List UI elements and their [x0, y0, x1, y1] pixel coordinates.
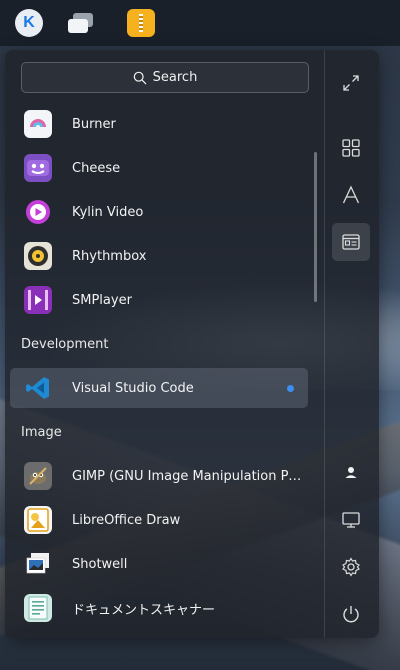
user-button[interactable] [332, 454, 370, 492]
burner-icon [24, 110, 52, 138]
section-image: Image [21, 425, 62, 440]
power-icon [343, 606, 359, 623]
letter-sort-button[interactable] [332, 176, 370, 214]
shotwell-icon [24, 550, 52, 578]
multitask-view-icon[interactable] [67, 9, 95, 37]
power-button[interactable] [332, 595, 370, 633]
kylin-start-icon[interactable]: K [15, 9, 43, 37]
category-view-icon [342, 139, 360, 157]
document-scanner-icon [24, 594, 52, 622]
list-item-smplayer[interactable]: SMPlayer [10, 280, 308, 320]
app-list-scrollbar[interactable] [314, 152, 317, 302]
list-item-burner[interactable]: Burner [10, 104, 308, 144]
computer-button[interactable] [332, 501, 370, 539]
app-label: Visual Studio Code [72, 380, 194, 396]
function-sort-icon [342, 234, 360, 250]
app-label: GIMP (GNU Image Manipulation Program) [72, 468, 304, 484]
list-item-document-scanner[interactable]: ドキュメントスキャナー [10, 588, 308, 628]
settings-button[interactable] [332, 548, 370, 586]
new-app-indicator [287, 384, 294, 392]
app-label: ドキュメントスキャナー [72, 602, 216, 618]
search-input[interactable]: Search [21, 62, 309, 93]
app-label: Burner [72, 116, 116, 132]
section-development: Development [21, 337, 109, 352]
app-label: LibreOffice Draw [72, 512, 181, 528]
gimp-icon [24, 462, 52, 490]
app-list: Burner Cheese Kylin Video Rhythmbox SMPl… [5, 102, 321, 636]
fullscreen-button[interactable] [332, 64, 370, 102]
archive-manager-icon[interactable] [127, 9, 155, 37]
list-item-rhythmbox[interactable]: Rhythmbox [10, 236, 308, 276]
category-view-button[interactable] [332, 129, 370, 167]
app-label: Shotwell [72, 556, 128, 572]
list-item-gimp[interactable]: GIMP (GNU Image Manipulation Program) [10, 456, 308, 496]
search-icon [133, 71, 146, 84]
libreoffice-draw-icon [24, 506, 52, 534]
taskbar: K [0, 0, 400, 46]
settings-icon [342, 557, 360, 577]
cheese-icon [24, 154, 52, 182]
fullscreen-icon [343, 75, 359, 91]
user-icon [345, 467, 357, 478]
letter-sort-icon [342, 185, 360, 204]
list-item-cheese[interactable]: Cheese [10, 148, 308, 188]
computer-icon [342, 512, 360, 528]
sidebar-divider [324, 50, 325, 638]
list-item-libreoffice-draw[interactable]: LibreOffice Draw [10, 500, 308, 540]
app-label: SMPlayer [72, 292, 132, 308]
kylin-video-icon [24, 198, 52, 226]
function-sort-button[interactable] [332, 223, 370, 261]
list-item-kylin-video[interactable]: Kylin Video [10, 192, 308, 232]
list-item-vscode[interactable]: Visual Studio Code [10, 368, 308, 408]
search-placeholder: Search [152, 70, 198, 85]
list-item-shotwell[interactable]: Shotwell [10, 544, 308, 584]
app-label: Cheese [72, 160, 121, 176]
app-label: Kylin Video [72, 204, 144, 220]
vscode-icon [24, 374, 52, 402]
rhythmbox-icon [24, 242, 52, 270]
smplayer-icon [24, 286, 52, 314]
app-label: Rhythmbox [72, 248, 147, 264]
start-menu: Search Burner Cheese Kylin Video Rhythmb… [5, 50, 379, 638]
